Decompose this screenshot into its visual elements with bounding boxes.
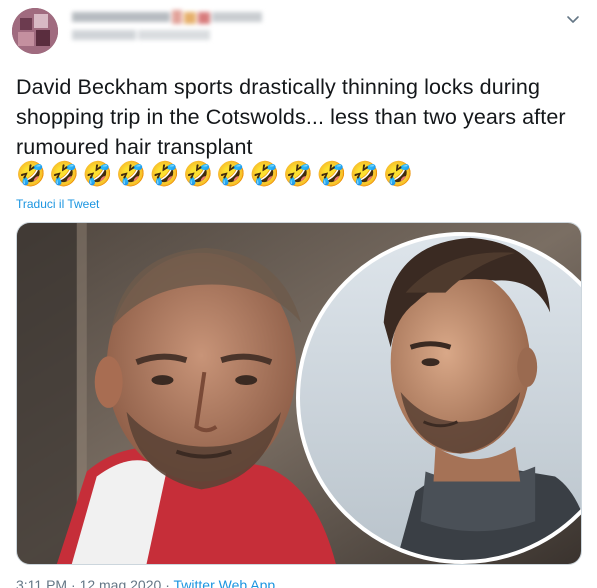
rolling-laughing-emoji: 🤣 [16,160,46,188]
rolling-laughing-emoji: 🤣 [82,160,113,188]
rolling-laughing-emoji: 🤣 [283,160,314,188]
rolling-laughing-emoji: 🤣 [249,160,280,188]
avatar[interactable] [12,8,58,54]
tweet-card: David Beckham sports drastically thinnin… [0,0,597,588]
tweet-meta: 3:11 PM · 12 mag 2020 · Twitter Web App [16,577,275,588]
rolling-laughing-emoji: 🤣 [216,160,247,188]
tweet-text: David Beckham sports drastically thinnin… [16,75,566,159]
tweet-date[interactable]: 12 mag 2020 [80,577,162,588]
translate-tweet-link[interactable]: Traduci il Tweet [16,197,99,211]
rolling-laughing-emoji: 🤣 [182,160,213,188]
rolling-laughing-emoji: 🤣 [316,160,347,188]
rolling-laughing-emoji: 🤣 [349,160,380,188]
meta-separator: · [165,577,170,588]
username-blurred[interactable] [72,10,264,46]
meta-separator: · [71,577,76,588]
rolling-laughing-emoji: 🤣 [383,160,414,188]
emoji-row: 🤣 🤣 🤣 🤣 🤣 🤣 🤣 🤣 🤣 🤣 🤣 🤣 [16,160,413,188]
rolling-laughing-emoji: 🤣 [149,160,180,188]
tweet-photo[interactable] [16,222,582,565]
tweet-time[interactable]: 3:11 PM [16,577,67,588]
rolling-laughing-emoji: 🤣 [49,160,80,188]
chevron-down-icon[interactable] [565,12,581,28]
tweet-source-link[interactable]: Twitter Web App [174,577,276,588]
rolling-laughing-emoji: 🤣 [116,160,147,188]
